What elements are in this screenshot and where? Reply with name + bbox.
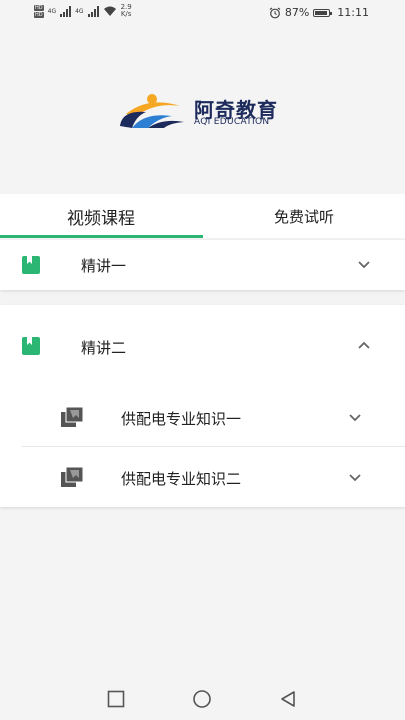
brand-name-en: AQI EDUCATION <box>194 117 270 127</box>
lesson-title: 供配电专业知识一 <box>121 410 242 428</box>
section-header[interactable]: 精讲二 <box>0 305 405 385</box>
hd-badge: HD <box>34 4 44 11</box>
system-indicators: 87% 11:11 <box>269 6 369 19</box>
book-icon <box>22 256 40 274</box>
logo-mark-icon <box>120 94 184 128</box>
lesson-title: 供配电专业知识二 <box>121 470 242 488</box>
list-item[interactable]: 供配电专业知识二 <box>0 447 405 507</box>
system-nav-bar <box>0 678 405 720</box>
back-triangle-icon[interactable] <box>279 690 297 708</box>
square-icon[interactable] <box>107 690 125 708</box>
header: 阿奇教育 AQI EDUCATION <box>0 26 405 194</box>
tab-bar: 视频课程 免费试听 <box>0 194 405 238</box>
chevron-down-icon[interactable] <box>348 471 362 485</box>
section-header[interactable]: 精讲一 <box>0 240 405 290</box>
hd-badges: HD HD <box>34 4 44 18</box>
chevron-down-icon[interactable] <box>348 411 362 425</box>
clock: 11:11 <box>337 6 369 19</box>
alarm-icon <box>269 7 281 18</box>
net-type-label: 4G <box>75 7 84 15</box>
chevron-down-icon[interactable] <box>357 258 371 272</box>
signal-icon <box>87 5 99 17</box>
chevron-up-icon[interactable] <box>357 338 371 352</box>
net-type-label: 4G <box>47 7 57 15</box>
wifi-icon <box>103 6 116 16</box>
battery-percent: 87% <box>284 6 310 19</box>
book-icon <box>22 337 40 355</box>
network-indicators: HD HD 4G 4G 2.9 K/s <box>34 4 132 18</box>
battery-icon <box>313 8 333 17</box>
hd-badge: HD <box>34 11 44 18</box>
list-item[interactable]: 供配电专业知识一 <box>0 387 405 447</box>
section-card: 精讲一 <box>0 240 405 290</box>
section-title: 精讲一 <box>81 257 127 275</box>
network-speed: 2.9 K/s <box>121 4 132 18</box>
section-card: 精讲二 供配电专业知识一 供配电专业知识二 <box>0 305 405 507</box>
speed-unit: K/s <box>120 10 132 18</box>
tab-free-trial[interactable]: 免费试听 <box>203 194 405 238</box>
library-icon <box>61 407 83 427</box>
status-bar: HD HD 4G 4G 2.9 K/s 87% 11:11 <box>0 0 405 26</box>
library-icon <box>61 467 83 487</box>
brand-logo: 阿奇教育 AQI EDUCATION <box>118 92 288 132</box>
section-title: 精讲二 <box>81 339 127 357</box>
active-tab-indicator <box>0 235 203 238</box>
signal-icon <box>60 5 72 17</box>
tab-video-courses[interactable]: 视频课程 <box>0 194 202 238</box>
circle-icon[interactable] <box>192 690 212 708</box>
